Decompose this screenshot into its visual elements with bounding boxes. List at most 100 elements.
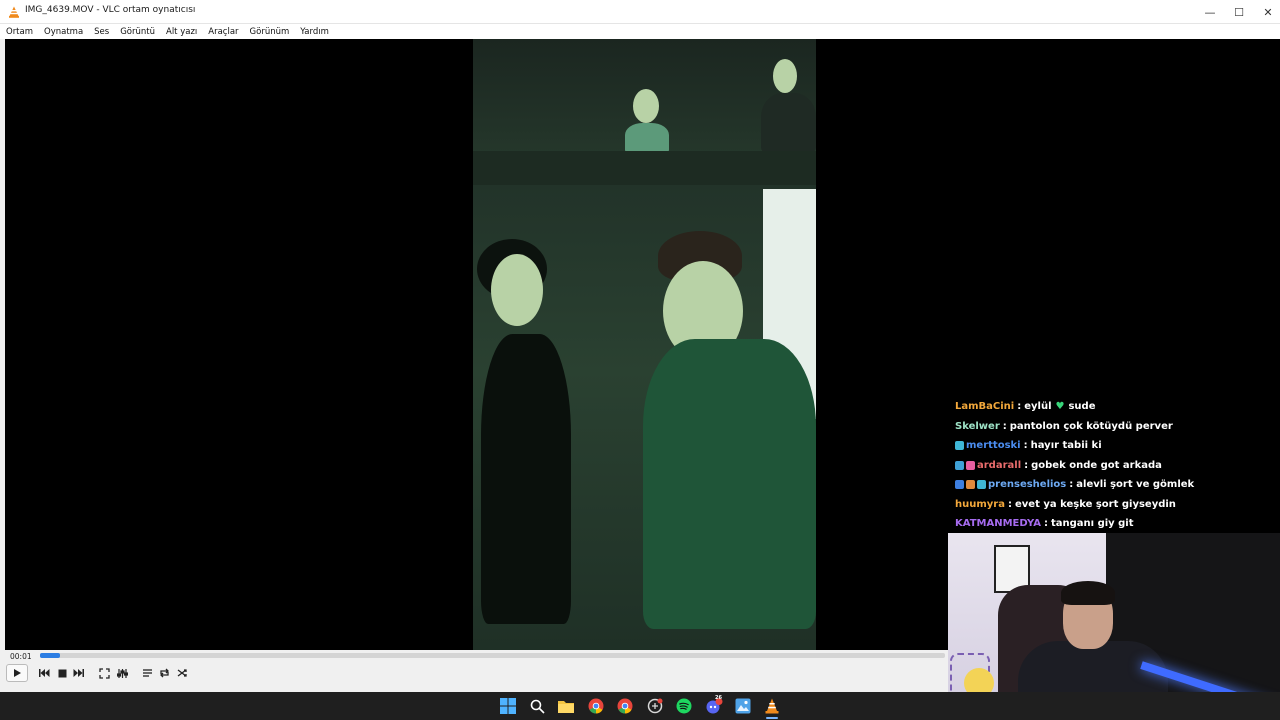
chat-message: merttoski: hayır tabii ki bbox=[955, 436, 1280, 456]
chat-badge-icon bbox=[955, 441, 964, 451]
background-person bbox=[761, 93, 816, 153]
spotify-icon bbox=[676, 698, 692, 714]
chat-separator: : bbox=[1017, 401, 1022, 413]
chat-text: pantolon çok kötüydü perver bbox=[1009, 420, 1173, 432]
play-button[interactable] bbox=[6, 664, 28, 682]
shuffle-button[interactable] bbox=[174, 664, 190, 682]
balcony bbox=[473, 151, 816, 185]
title-bar: IMG_4639.MOV - VLC ortam oynatıcısı — ☐ … bbox=[0, 0, 1280, 24]
woman-dress bbox=[481, 334, 571, 624]
chat-username: ardarall bbox=[977, 459, 1022, 471]
chat-overlay: LamBaCini: eylül ♥ sude Skelwer: pantolon çok… bbox=[955, 397, 1280, 534]
video-frame bbox=[473, 39, 816, 650]
chat-badge-icon bbox=[955, 460, 964, 470]
maximize-button[interactable]: ☐ bbox=[1224, 0, 1254, 24]
chat-username: KATMANMEDYA bbox=[955, 518, 1041, 530]
background-person bbox=[625, 123, 669, 153]
photos-icon bbox=[735, 698, 751, 714]
chat-username: merttoski bbox=[966, 440, 1021, 452]
loop-button[interactable] bbox=[156, 664, 172, 682]
chat-badge-icon bbox=[977, 480, 986, 490]
windows-start-button[interactable] bbox=[498, 696, 518, 716]
green-heart-icon: ♥ bbox=[1055, 401, 1065, 413]
stop-button[interactable] bbox=[54, 664, 70, 682]
menu-media[interactable]: Ortam bbox=[6, 27, 33, 37]
streamer-hair bbox=[1061, 581, 1115, 605]
search-icon bbox=[530, 699, 545, 714]
next-button[interactable] bbox=[71, 664, 87, 682]
chat-separator: : bbox=[1069, 479, 1074, 491]
play-icon bbox=[14, 669, 21, 677]
discord-notification-badge: 26 bbox=[715, 695, 722, 701]
previous-button[interactable] bbox=[36, 664, 52, 682]
taskbar: 26 bbox=[0, 692, 1280, 720]
chat-text: gobek onde got arkada bbox=[1031, 459, 1162, 471]
chat-text: alevli şort ve gömlek bbox=[1076, 479, 1195, 491]
chat-text: hayır tabii ki bbox=[1030, 440, 1102, 452]
menu-playback[interactable]: Oynatma bbox=[44, 27, 83, 37]
chat-text: tanganı giy git bbox=[1050, 518, 1134, 530]
chat-badge-icon bbox=[955, 480, 964, 490]
chat-separator: : bbox=[1007, 498, 1012, 510]
chat-text: sude bbox=[1068, 401, 1096, 413]
menu-view[interactable]: Görünüm bbox=[250, 27, 290, 37]
chat-text: eylül bbox=[1024, 401, 1052, 413]
chat-message: huumyra: evet ya keşke şort giyseydin bbox=[955, 495, 1280, 515]
active-app-indicator bbox=[766, 717, 778, 719]
chat-message: prenseshelios: alevli şort ve gömlek bbox=[955, 475, 1280, 495]
chat-message: ardarall: gobek onde got arkada bbox=[955, 456, 1280, 476]
man-shirt bbox=[643, 339, 816, 629]
chrome-button[interactable] bbox=[586, 696, 606, 716]
chat-text: evet ya keşke şort giyseydin bbox=[1014, 498, 1176, 510]
chat-badge-icon bbox=[966, 480, 975, 490]
background-person-head bbox=[633, 89, 659, 123]
vlc-icon bbox=[765, 698, 779, 714]
chat-separator: : bbox=[1024, 459, 1029, 471]
menu-bar: Ortam Oynatma Ses Görüntü Alt yazı Araçl… bbox=[0, 24, 1280, 39]
menu-tools[interactable]: Araçlar bbox=[208, 27, 238, 37]
next-icon bbox=[73, 669, 84, 677]
file-explorer-button[interactable] bbox=[556, 696, 576, 716]
extended-settings-icon bbox=[116, 668, 128, 678]
chat-username: prenseshelios bbox=[988, 479, 1067, 491]
photos-button[interactable] bbox=[733, 696, 753, 716]
chat-message: Skelwer: pantolon çok kötüydü perver bbox=[955, 417, 1280, 437]
fullscreen-icon bbox=[98, 667, 110, 679]
chat-badge-icon bbox=[966, 460, 975, 470]
chat-message: KATMANMEDYA: tanganı giy git bbox=[955, 514, 1280, 534]
woman-face bbox=[491, 254, 543, 326]
menu-help[interactable]: Yardım bbox=[300, 27, 329, 37]
chat-username: huumyra bbox=[955, 498, 1005, 510]
chrome-profile-icon bbox=[617, 698, 633, 714]
window-title: IMG_4639.MOV - VLC ortam oynatıcısı bbox=[25, 5, 196, 15]
close-button[interactable]: ✕ bbox=[1253, 0, 1280, 24]
discord-button[interactable]: 26 bbox=[704, 695, 724, 716]
playlist-button[interactable] bbox=[139, 664, 155, 682]
playback-controls: 00:01 bbox=[0, 650, 948, 692]
chat-separator: : bbox=[1023, 440, 1028, 452]
minimize-button[interactable]: — bbox=[1195, 0, 1225, 24]
fullscreen-button[interactable] bbox=[96, 664, 112, 682]
chrome-icon bbox=[588, 698, 604, 714]
elapsed-time: 00:01 bbox=[10, 652, 32, 661]
windows-start-icon bbox=[500, 698, 516, 714]
menu-video[interactable]: Görüntü bbox=[120, 27, 155, 37]
app-button[interactable] bbox=[645, 696, 665, 716]
seek-bar[interactable] bbox=[40, 653, 945, 658]
extended-settings-button[interactable] bbox=[114, 664, 130, 682]
chat-username: LamBaCini bbox=[955, 401, 1015, 413]
loop-icon bbox=[159, 668, 169, 678]
chat-separator: : bbox=[1043, 518, 1048, 530]
spotify-button[interactable] bbox=[674, 696, 694, 716]
search-button[interactable] bbox=[527, 696, 547, 716]
vlc-taskbar-button[interactable] bbox=[762, 696, 782, 716]
shuffle-icon bbox=[177, 669, 187, 677]
stop-icon bbox=[58, 669, 66, 677]
background-person-head bbox=[773, 59, 797, 93]
playlist-icon bbox=[142, 669, 152, 677]
menu-subtitle[interactable]: Alt yazı bbox=[166, 27, 197, 37]
menu-audio[interactable]: Ses bbox=[94, 27, 109, 37]
previous-icon bbox=[39, 669, 50, 677]
chat-separator: : bbox=[1002, 420, 1007, 432]
chrome-profile-button[interactable] bbox=[615, 696, 635, 716]
